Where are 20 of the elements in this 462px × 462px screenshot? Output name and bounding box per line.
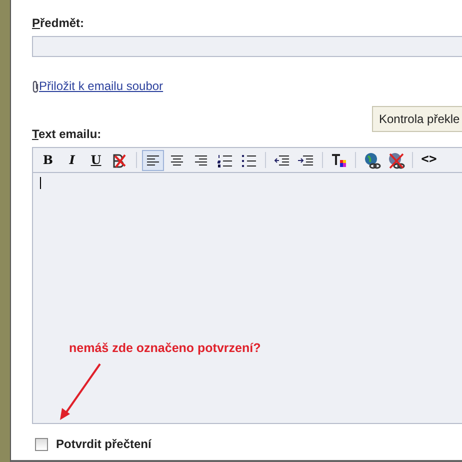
text-cursor <box>40 177 41 189</box>
email-text-label: Text emailu: <box>32 126 102 143</box>
underline-button[interactable]: U <box>85 150 107 170</box>
text-color-icon <box>330 152 348 168</box>
annotation-arrow <box>59 363 103 421</box>
paperclip-icon <box>32 80 39 92</box>
subject-label: Předmět: <box>32 15 86 32</box>
editor-area[interactable]: nemáš zde označeno potvrzení? <box>32 173 462 424</box>
read-receipt-label: Potvrdit přečtení <box>56 436 152 453</box>
annotation-text: nemáš zde označeno potvrzení? <box>69 340 261 357</box>
italic-button[interactable]: I <box>61 150 83 170</box>
tooltip: Kontrola překle <box>372 106 462 132</box>
source-code-button[interactable]: <> <box>418 150 440 170</box>
globe-link-icon <box>363 152 381 168</box>
bold-button[interactable]: B <box>37 150 59 170</box>
attach-file-link[interactable]: Přiložit k emailu soubor <box>39 77 164 95</box>
unlink-icon <box>387 152 405 168</box>
align-left-button[interactable] <box>142 150 164 170</box>
subject-field[interactable] <box>32 36 462 57</box>
read-receipt-checkbox[interactable] <box>35 438 48 450</box>
